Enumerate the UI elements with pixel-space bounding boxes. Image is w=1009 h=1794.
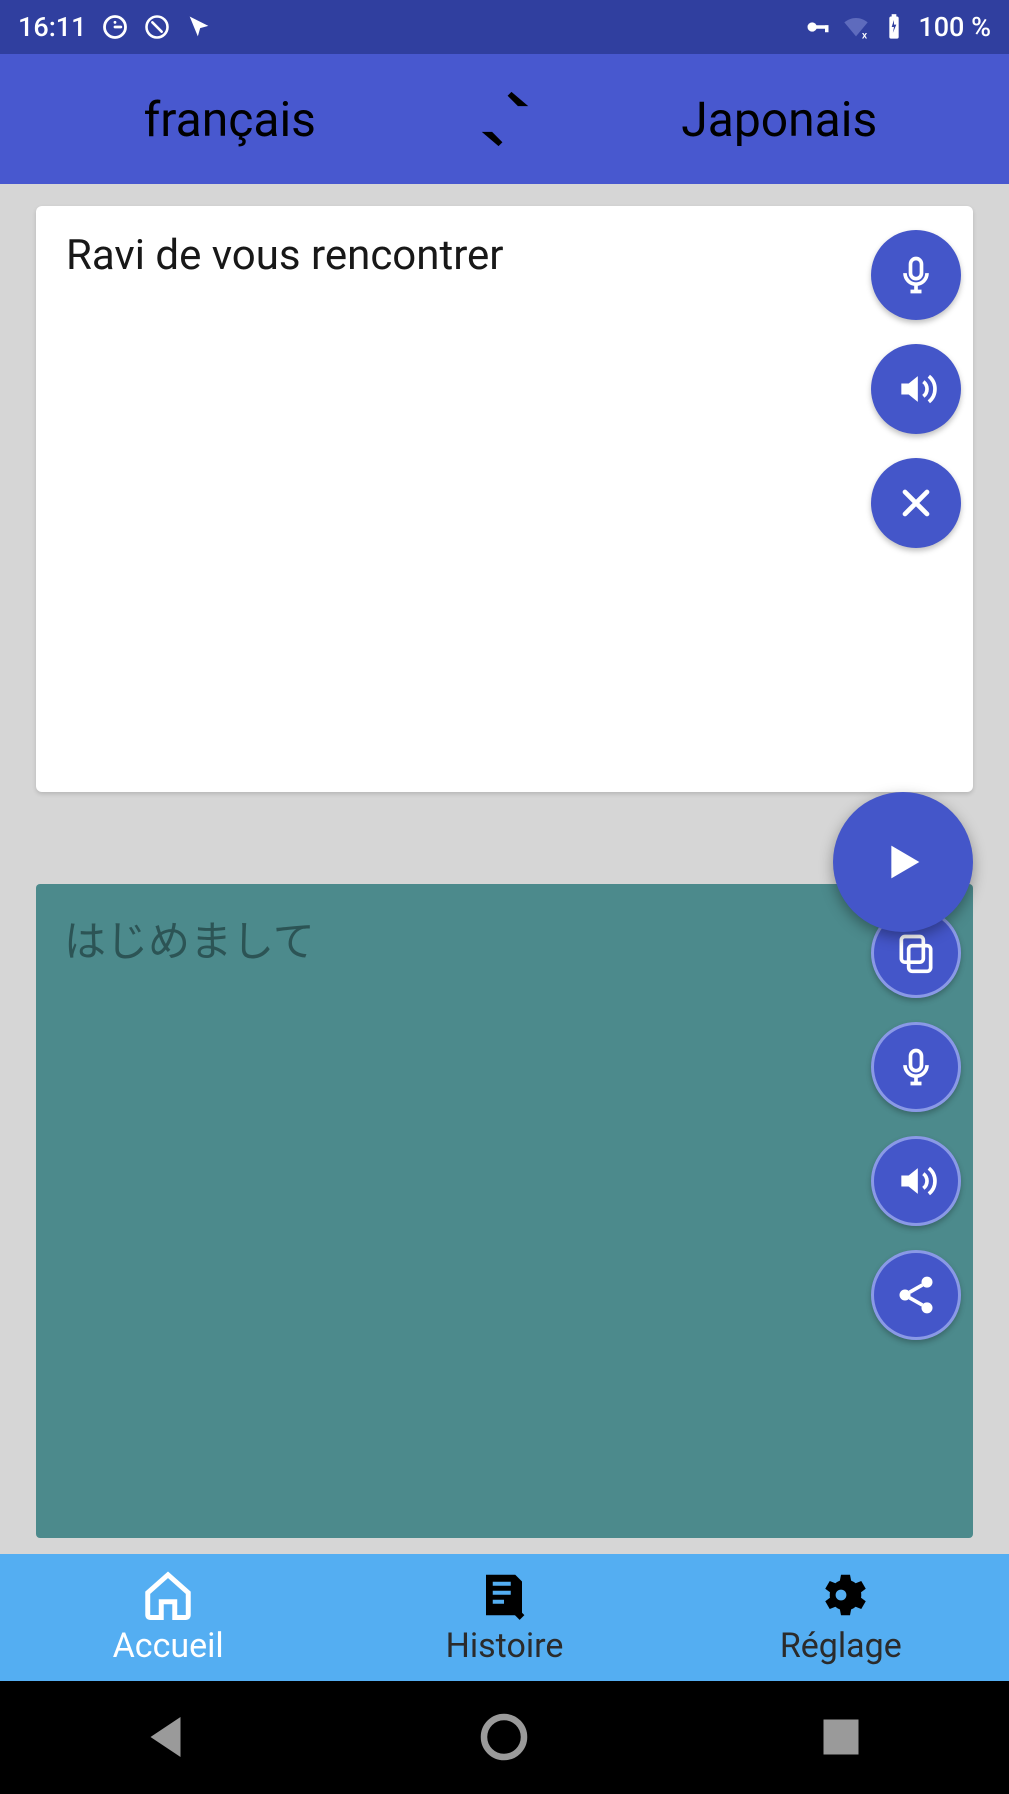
wifi-off-icon: x [842, 13, 870, 41]
nav-home-button[interactable] [474, 1707, 534, 1767]
tab-history[interactable]: Histoire [336, 1554, 672, 1680]
vpn-key-icon [804, 13, 832, 41]
home-icon [141, 1568, 195, 1622]
microphone-icon [894, 253, 938, 297]
tab-settings[interactable]: Réglage [673, 1554, 1009, 1680]
battery-percent: 100 % [918, 11, 991, 43]
nav-home-icon [474, 1707, 534, 1767]
output-text: はじめまして [64, 908, 945, 969]
language-bar: français Japonais [0, 54, 1009, 184]
history-icon [477, 1568, 531, 1622]
tab-home-label: Accueil [113, 1626, 224, 1666]
input-text[interactable]: Ravi de vous rencontrer [66, 232, 943, 280]
status-right: x 100 % [804, 11, 991, 43]
clock: 16:11 [18, 11, 87, 43]
clear-input-button[interactable] [871, 458, 961, 548]
voice-output-button[interactable] [871, 1022, 961, 1112]
app-screen: 16:11 x 100 % françai [0, 0, 1009, 1794]
source-language-label: français [144, 91, 316, 148]
nav-back-button[interactable] [138, 1707, 198, 1767]
voice-input-button[interactable] [871, 230, 961, 320]
speak-input-button[interactable] [871, 344, 961, 434]
content-area: Ravi de vous rencontrer [0, 184, 1009, 1554]
input-card[interactable]: Ravi de vous rencontrer [36, 206, 973, 792]
speak-output-button[interactable] [871, 1136, 961, 1226]
close-icon [894, 481, 938, 525]
speaker-icon [894, 367, 938, 411]
google-icon [101, 13, 129, 41]
android-nav-bar [0, 1681, 1009, 1794]
share-output-button[interactable] [871, 1250, 961, 1340]
svg-text:x: x [862, 29, 868, 41]
bottom-tab-bar: Accueil Histoire Réglage [0, 1554, 1009, 1680]
speaker-icon [894, 1159, 938, 1203]
target-language-selector[interactable]: Japonais [550, 91, 1009, 148]
output-buttons [871, 908, 961, 1340]
copy-icon [894, 931, 938, 975]
play-icon [875, 834, 931, 890]
status-left: 16:11 [18, 11, 213, 43]
target-language-label: Japonais [681, 91, 877, 148]
nav-recent-icon [811, 1707, 871, 1767]
source-language-selector[interactable]: français [0, 91, 460, 148]
input-buttons [871, 230, 961, 548]
translate-button[interactable] [833, 792, 973, 932]
no-sync-icon [143, 13, 171, 41]
swap-languages-button[interactable] [460, 88, 550, 150]
nav-recent-button[interactable] [811, 1707, 871, 1767]
tab-settings-label: Réglage [780, 1626, 902, 1666]
share-icon [894, 1273, 938, 1317]
microphone-icon [894, 1045, 938, 1089]
tab-history-label: Histoire [446, 1626, 564, 1666]
status-bar: 16:11 x 100 % [0, 0, 1009, 54]
nav-back-icon [138, 1707, 198, 1767]
tab-home[interactable]: Accueil [0, 1554, 336, 1680]
cursor-icon [185, 13, 213, 41]
gear-icon [814, 1568, 868, 1622]
battery-charging-icon [880, 13, 908, 41]
output-card: はじめまして [36, 884, 973, 1538]
